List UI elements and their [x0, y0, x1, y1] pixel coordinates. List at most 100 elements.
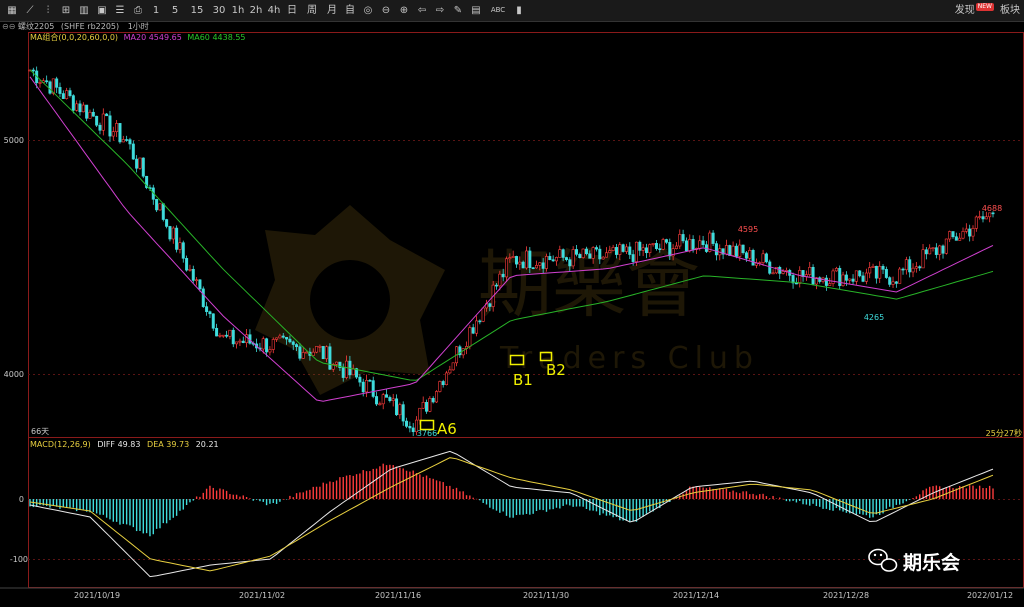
candle-body [368, 380, 372, 382]
macd-bar [905, 499, 908, 502]
candle-body [978, 216, 982, 218]
candle-body [321, 346, 325, 360]
candle-body [231, 329, 235, 345]
candle-body [105, 113, 109, 117]
candle-body [521, 261, 525, 269]
candle-body [628, 246, 632, 255]
macd-bar [499, 499, 501, 513]
macd-bar [532, 499, 534, 514]
macd-bar [765, 496, 768, 499]
macd-bar [725, 488, 728, 499]
candle-body [405, 420, 409, 427]
macd-bar [222, 489, 224, 499]
macd-bar [545, 499, 548, 512]
macd-bar [928, 486, 931, 499]
low2-label: 4265 [864, 313, 884, 322]
candle-body [741, 244, 745, 254]
macd-bar [89, 499, 91, 513]
candle-body [398, 404, 402, 416]
macd-bar [79, 499, 81, 510]
candle-body [854, 270, 858, 282]
macd-bar [475, 498, 478, 500]
macd-bar [589, 499, 591, 511]
price-chart[interactable]: 期樂會 Traders Club 5000 4000 0 -100 2021/1… [0, 0, 1024, 607]
macd-bar [459, 491, 461, 499]
macd-bar [612, 499, 614, 518]
candle-body [481, 307, 485, 322]
macd-bar [239, 496, 241, 499]
candle-body [445, 372, 449, 386]
macd-bar [885, 499, 888, 509]
macd-bar [149, 499, 151, 537]
candle-body [225, 334, 229, 337]
candle-body [641, 247, 645, 251]
candle-body [191, 268, 195, 281]
macd-bar [898, 499, 901, 505]
macd-bar [559, 499, 561, 509]
candle-body [728, 245, 732, 256]
macd-bar [709, 487, 711, 499]
macd-bar [842, 499, 844, 512]
candle-body [401, 404, 405, 422]
candle-body [738, 244, 742, 257]
macd-bar [465, 495, 468, 499]
macd-bar [59, 499, 61, 509]
macd-bar [102, 499, 105, 515]
macd-bar [205, 488, 208, 499]
macd-bar [299, 492, 301, 499]
candle-body [98, 124, 102, 131]
macd-bar [185, 499, 188, 506]
macd-bar [62, 499, 65, 508]
candle-body [864, 272, 868, 282]
macd-bar [189, 499, 191, 503]
macd-bar [525, 499, 528, 514]
macd-bar [285, 499, 288, 500]
macd-bar [289, 495, 291, 499]
candle-body [495, 284, 499, 287]
macd-bar [732, 490, 734, 499]
macd-bar [495, 499, 498, 511]
candle-body [921, 249, 925, 269]
candle-body [165, 219, 169, 227]
candle-body [954, 236, 958, 241]
candle-body [121, 139, 125, 143]
macd-bar [455, 487, 458, 499]
macd-bar [422, 476, 424, 499]
macd-bar [555, 499, 558, 508]
candle-body [768, 261, 772, 274]
candle-body [584, 248, 588, 255]
candle-body [508, 257, 512, 260]
macd-bar [625, 499, 628, 521]
macd-bar [349, 475, 351, 499]
candle-body [851, 278, 855, 282]
candle-body [664, 239, 668, 243]
candle-body [125, 139, 129, 141]
candle-body [568, 259, 572, 267]
candle-body [385, 394, 389, 398]
candle-body [238, 340, 242, 343]
macd-bar [992, 488, 994, 499]
candle-body [931, 247, 935, 249]
candle-body [538, 262, 542, 266]
macd-bar [482, 499, 484, 503]
macd-bar [805, 499, 808, 505]
candle-body [295, 344, 299, 348]
candle-body [561, 249, 565, 258]
candle-body [371, 380, 375, 397]
candle-body [658, 248, 662, 250]
candle-body [428, 398, 432, 412]
macd-bar [125, 499, 128, 525]
macd-bar [775, 498, 778, 500]
macd-bar [315, 486, 318, 499]
candle-body [278, 335, 282, 339]
candle-body [31, 69, 35, 72]
macd-bar [439, 481, 441, 499]
macd-bar [112, 499, 115, 522]
candle-body [215, 327, 219, 337]
macd-bar [215, 490, 218, 499]
macd-bar [295, 493, 298, 499]
candle-body [301, 352, 305, 359]
macd-bar [569, 499, 571, 506]
candle-body [518, 261, 522, 265]
macd-bar [115, 499, 118, 522]
